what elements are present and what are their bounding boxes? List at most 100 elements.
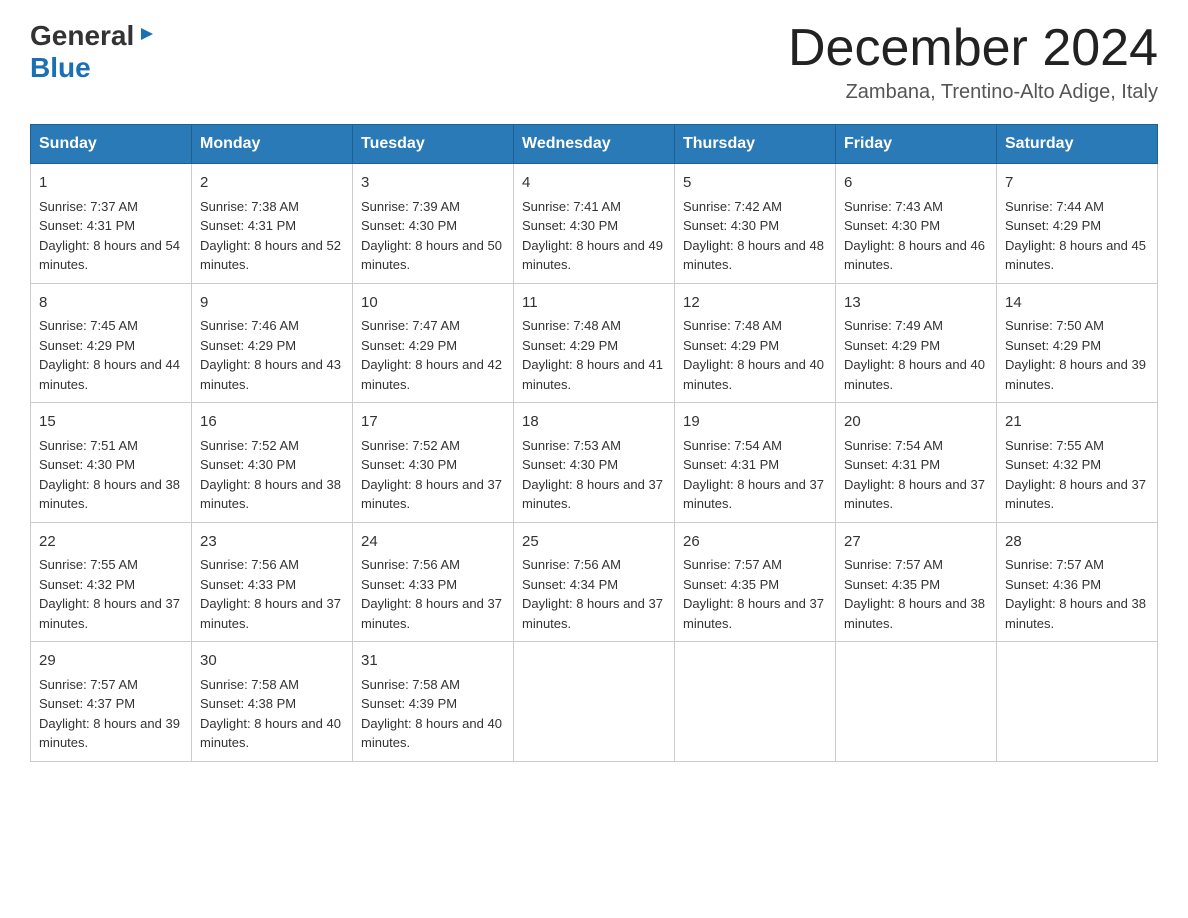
day-number: 11 (522, 292, 666, 315)
daylight-text: Daylight: 8 hours and 37 minutes. (683, 596, 824, 631)
day-cell: 11Sunrise: 7:48 AMSunset: 4:29 PMDayligh… (514, 283, 675, 403)
month-year-title: December 2024 (788, 20, 1158, 77)
sunrise-text: Sunrise: 7:55 AM (39, 557, 138, 572)
day-cell: 26Sunrise: 7:57 AMSunset: 4:35 PMDayligh… (675, 522, 836, 642)
sunrise-text: Sunrise: 7:38 AM (200, 199, 299, 214)
day-header-thursday: Thursday (675, 125, 836, 164)
day-cell (997, 642, 1158, 762)
day-cell: 23Sunrise: 7:56 AMSunset: 4:33 PMDayligh… (192, 522, 353, 642)
daylight-text: Daylight: 8 hours and 45 minutes. (1005, 238, 1146, 273)
day-cell (514, 642, 675, 762)
sunset-text: Sunset: 4:35 PM (844, 577, 940, 592)
day-cell: 22Sunrise: 7:55 AMSunset: 4:32 PMDayligh… (31, 522, 192, 642)
day-cell: 5Sunrise: 7:42 AMSunset: 4:30 PMDaylight… (675, 164, 836, 284)
sunset-text: Sunset: 4:37 PM (39, 696, 135, 711)
day-number: 22 (39, 531, 183, 554)
day-cell (836, 642, 997, 762)
day-number: 8 (39, 292, 183, 315)
day-header-tuesday: Tuesday (353, 125, 514, 164)
sunrise-text: Sunrise: 7:58 AM (361, 677, 460, 692)
day-cell: 28Sunrise: 7:57 AMSunset: 4:36 PMDayligh… (997, 522, 1158, 642)
sunset-text: Sunset: 4:31 PM (683, 457, 779, 472)
sunrise-text: Sunrise: 7:47 AM (361, 318, 460, 333)
daylight-text: Daylight: 8 hours and 40 minutes. (200, 716, 341, 751)
day-number: 5 (683, 172, 827, 195)
sunrise-text: Sunrise: 7:50 AM (1005, 318, 1104, 333)
sunset-text: Sunset: 4:34 PM (522, 577, 618, 592)
day-number: 2 (200, 172, 344, 195)
day-number: 30 (200, 650, 344, 673)
sunrise-text: Sunrise: 7:58 AM (200, 677, 299, 692)
daylight-text: Daylight: 8 hours and 50 minutes. (361, 238, 502, 273)
sunrise-text: Sunrise: 7:52 AM (200, 438, 299, 453)
day-number: 21 (1005, 411, 1149, 434)
week-row-5: 29Sunrise: 7:57 AMSunset: 4:37 PMDayligh… (31, 642, 1158, 762)
day-cell: 18Sunrise: 7:53 AMSunset: 4:30 PMDayligh… (514, 403, 675, 523)
sunrise-text: Sunrise: 7:41 AM (522, 199, 621, 214)
logo: General Blue (30, 20, 158, 84)
sunset-text: Sunset: 4:29 PM (683, 338, 779, 353)
daylight-text: Daylight: 8 hours and 37 minutes. (522, 596, 663, 631)
day-cell: 29Sunrise: 7:57 AMSunset: 4:37 PMDayligh… (31, 642, 192, 762)
sunset-text: Sunset: 4:29 PM (522, 338, 618, 353)
sunrise-text: Sunrise: 7:56 AM (361, 557, 460, 572)
sunset-text: Sunset: 4:30 PM (39, 457, 135, 472)
day-number: 27 (844, 531, 988, 554)
day-cell: 14Sunrise: 7:50 AMSunset: 4:29 PMDayligh… (997, 283, 1158, 403)
daylight-text: Daylight: 8 hours and 44 minutes. (39, 357, 180, 392)
daylight-text: Daylight: 8 hours and 37 minutes. (361, 596, 502, 631)
day-cell: 15Sunrise: 7:51 AMSunset: 4:30 PMDayligh… (31, 403, 192, 523)
sunrise-text: Sunrise: 7:37 AM (39, 199, 138, 214)
daylight-text: Daylight: 8 hours and 43 minutes. (200, 357, 341, 392)
sunset-text: Sunset: 4:29 PM (1005, 218, 1101, 233)
sunset-text: Sunset: 4:29 PM (361, 338, 457, 353)
day-cell: 31 Sunrise: 7:58 AM Sunset: 4:39 PM Dayligh… (353, 642, 514, 762)
day-header-saturday: Saturday (997, 125, 1158, 164)
sunset-text: Sunset: 4:30 PM (683, 218, 779, 233)
sunrise-text: Sunrise: 7:42 AM (683, 199, 782, 214)
days-header-row: SundayMondayTuesdayWednesdayThursdayFrid… (31, 125, 1158, 164)
daylight-text: Daylight: 8 hours and 39 minutes. (1005, 357, 1146, 392)
sunset-text: Sunset: 4:30 PM (522, 218, 618, 233)
daylight-text: Daylight: 8 hours and 41 minutes. (522, 357, 663, 392)
day-number: 15 (39, 411, 183, 434)
day-cell: 16Sunrise: 7:52 AMSunset: 4:30 PMDayligh… (192, 403, 353, 523)
sunset-text: Sunset: 4:38 PM (200, 696, 296, 711)
sunset-text: Sunset: 4:30 PM (361, 218, 457, 233)
daylight-text: Daylight: 8 hours and 40 minutes. (361, 716, 502, 751)
daylight-text: Daylight: 8 hours and 38 minutes. (200, 477, 341, 512)
daylight-text: Daylight: 8 hours and 54 minutes. (39, 238, 180, 273)
sunrise-text: Sunrise: 7:46 AM (200, 318, 299, 333)
sunset-text: Sunset: 4:39 PM (361, 696, 457, 711)
sunset-text: Sunset: 4:33 PM (200, 577, 296, 592)
day-number: 4 (522, 172, 666, 195)
sunrise-text: Sunrise: 7:44 AM (1005, 199, 1104, 214)
sunset-text: Sunset: 4:30 PM (361, 457, 457, 472)
sunset-text: Sunset: 4:33 PM (361, 577, 457, 592)
daylight-text: Daylight: 8 hours and 40 minutes. (683, 357, 824, 392)
day-header-wednesday: Wednesday (514, 125, 675, 164)
day-cell: 21Sunrise: 7:55 AMSunset: 4:32 PMDayligh… (997, 403, 1158, 523)
day-cell (675, 642, 836, 762)
daylight-text: Daylight: 8 hours and 37 minutes. (1005, 477, 1146, 512)
daylight-text: Daylight: 8 hours and 38 minutes. (1005, 596, 1146, 631)
daylight-text: Daylight: 8 hours and 37 minutes. (39, 596, 180, 631)
sunset-text: Sunset: 4:29 PM (844, 338, 940, 353)
day-cell: 20Sunrise: 7:54 AMSunset: 4:31 PMDayligh… (836, 403, 997, 523)
daylight-text: Daylight: 8 hours and 37 minutes. (844, 477, 985, 512)
day-cell: 4Sunrise: 7:41 AMSunset: 4:30 PMDaylight… (514, 164, 675, 284)
day-number: 3 (361, 172, 505, 195)
day-cell: 27Sunrise: 7:57 AMSunset: 4:35 PMDayligh… (836, 522, 997, 642)
week-row-1: 1Sunrise: 7:37 AMSunset: 4:31 PMDaylight… (31, 164, 1158, 284)
day-number: 31 (361, 650, 505, 673)
sunrise-text: Sunrise: 7:45 AM (39, 318, 138, 333)
sunset-text: Sunset: 4:30 PM (200, 457, 296, 472)
logo-arrow-icon (137, 24, 157, 49)
sunrise-text: Sunrise: 7:54 AM (844, 438, 943, 453)
day-header-sunday: Sunday (31, 125, 192, 164)
location-subtitle: Zambana, Trentino-Alto Adige, Italy (788, 81, 1158, 104)
day-number: 17 (361, 411, 505, 434)
day-cell: 7Sunrise: 7:44 AMSunset: 4:29 PMDaylight… (997, 164, 1158, 284)
sunset-text: Sunset: 4:31 PM (200, 218, 296, 233)
sunset-text: Sunset: 4:29 PM (39, 338, 135, 353)
